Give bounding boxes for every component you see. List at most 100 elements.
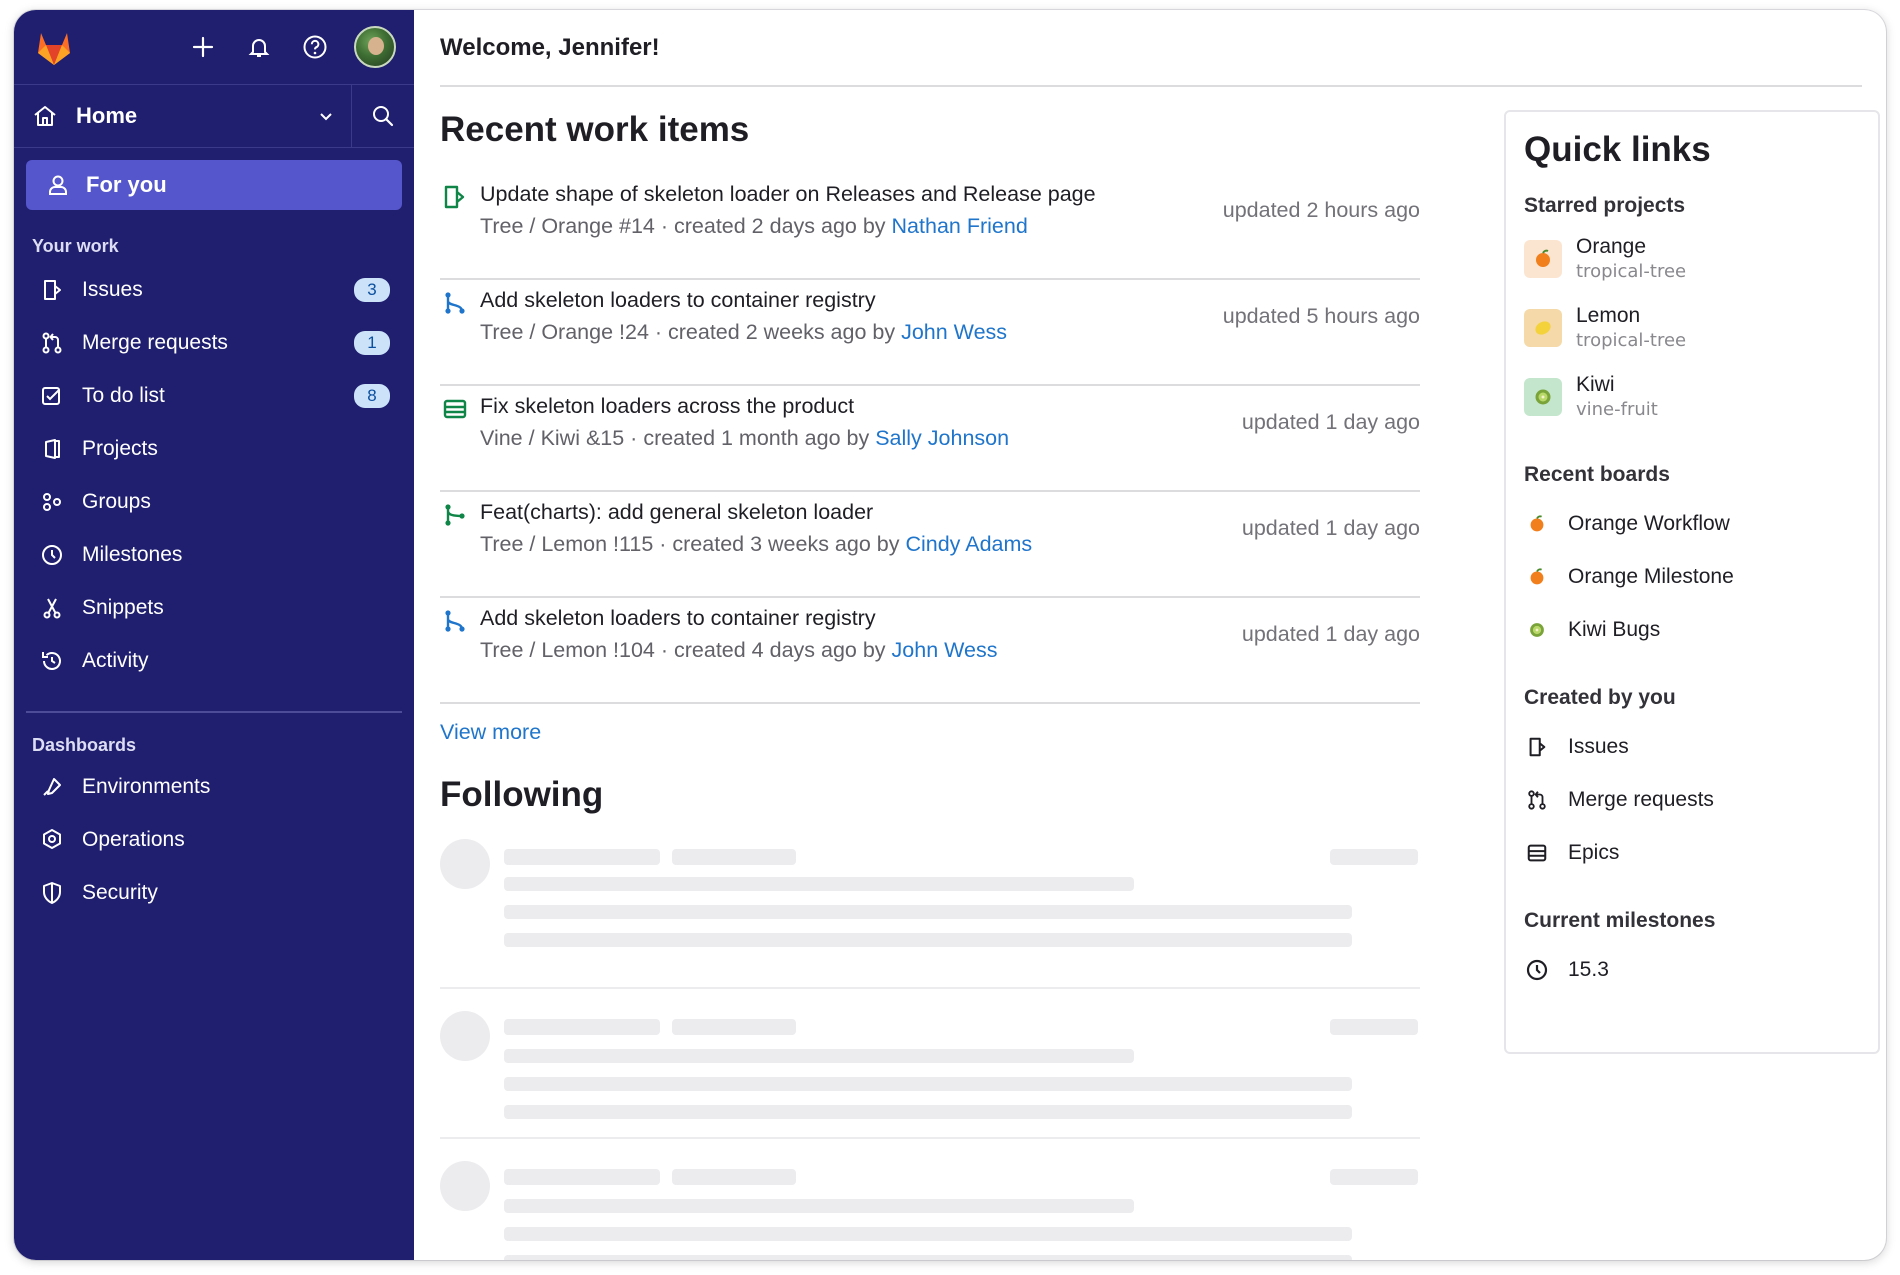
board-link[interactable]: Kiwi Bugs: [1524, 603, 1860, 656]
work-item[interactable]: Add skeleton loaders to container regist…: [440, 598, 1420, 704]
help-icon: [303, 35, 327, 59]
starred-project[interactable]: Orange tropical-tree: [1524, 224, 1860, 293]
history-icon: [38, 647, 66, 675]
skeleton-item: [440, 839, 1420, 989]
issues-icon: [1524, 734, 1550, 760]
sidebar-topbar: [14, 10, 414, 84]
epic-icon: [1524, 840, 1550, 866]
work-item[interactable]: Fix skeleton loaders across the product …: [440, 386, 1420, 492]
operations-icon: [38, 826, 66, 854]
work-item-author[interactable]: Nathan Friend: [892, 214, 1028, 238]
merge-request-merged-icon: [445, 504, 465, 526]
sidebar-item-environments[interactable]: Environments: [14, 760, 414, 813]
starred-project[interactable]: Kiwi vine-fruit: [1524, 362, 1860, 431]
skeleton-line: [672, 849, 796, 865]
sidebar-item-milestones[interactable]: Milestones: [14, 528, 414, 581]
sidebar-item-label: Groups: [82, 489, 151, 513]
skeleton-line: [1330, 1169, 1418, 1185]
chevron-down-icon: [320, 113, 332, 121]
recent-boards-heading: Recent boards: [1524, 463, 1670, 486]
user-avatar[interactable]: [354, 26, 396, 68]
board-label: Orange Milestone: [1568, 564, 1734, 588]
created-link-label: Epics: [1568, 840, 1620, 864]
project-icon: [38, 435, 66, 463]
bell-icon: [248, 39, 270, 57]
created-link-epics[interactable]: Epics: [1524, 826, 1860, 879]
clock-icon: [38, 541, 66, 569]
snippet-icon: [38, 594, 66, 622]
milestone-label: 15.3: [1568, 957, 1609, 981]
home-icon: [34, 106, 56, 126]
work-item-title[interactable]: Fix skeleton loaders across the product: [480, 394, 854, 419]
sidebar-item-issues[interactable]: Issues 3: [14, 263, 414, 316]
work-item[interactable]: Add skeleton loaders to container regist…: [440, 280, 1420, 386]
work-item-meta: Tree / Orange #14 · created 2 days ago b…: [480, 214, 1028, 239]
sidebar-item-projects[interactable]: Projects: [14, 422, 414, 475]
work-item-title[interactable]: Add skeleton loaders to container regist…: [480, 288, 876, 313]
sidebar-item-merge-requests[interactable]: Merge requests 1: [14, 316, 414, 369]
work-item-author[interactable]: John Wess: [892, 638, 998, 662]
notifications-button[interactable]: [242, 30, 276, 64]
context-switcher[interactable]: Home: [14, 85, 352, 147]
quick-links-panel: Quick links Starred projects Orange tropi…: [1504, 110, 1880, 1054]
context-switcher-bar: Home: [14, 84, 414, 148]
sidebar-item-activity[interactable]: Activity: [14, 634, 414, 687]
skeleton-line: [504, 933, 1352, 947]
created-link-issues[interactable]: Issues: [1524, 720, 1860, 773]
project-path: tropical-tree: [1576, 261, 1687, 282]
kiwi-icon: [1524, 617, 1550, 643]
merge-request-open-icon: [445, 292, 465, 314]
skeleton-line: [504, 1077, 1352, 1091]
work-item-meta: Tree / Orange !24 · created 2 weeks ago …: [480, 320, 1007, 345]
work-item-path: Tree / Orange #14 · created 2 days ago b…: [480, 214, 892, 238]
sidebar-item-groups[interactable]: Groups: [14, 475, 414, 528]
project-name: Orange: [1576, 235, 1647, 258]
work-item-path: Tree / Lemon !115 · created 3 weeks ago …: [480, 532, 906, 556]
user-icon: [49, 175, 67, 195]
search-button[interactable]: [352, 85, 414, 147]
sidebar-item-snippets[interactable]: Snippets: [14, 581, 414, 634]
issues-icon: [38, 276, 66, 304]
board-label: Kiwi Bugs: [1568, 617, 1661, 641]
gitlab-logo-icon[interactable]: [30, 23, 78, 71]
count-badge: 8: [354, 383, 390, 408]
board-link[interactable]: Orange Workflow: [1524, 497, 1860, 550]
skeleton-line: [504, 1019, 660, 1035]
sidebar-divider: [26, 711, 402, 713]
work-item-author[interactable]: John Wess: [901, 320, 1007, 344]
work-item-updated: updated 1 day ago: [1241, 516, 1420, 540]
epic-icon: [443, 399, 467, 419]
skeleton-line: [672, 1169, 796, 1185]
project-path: tropical-tree: [1576, 330, 1687, 351]
board-link[interactable]: Orange Milestone: [1524, 550, 1860, 603]
clock-icon: [1524, 957, 1550, 983]
orange-icon: [1524, 511, 1550, 537]
work-item-title[interactable]: Add skeleton loaders to container regist…: [480, 606, 876, 631]
sidebar-item-operations[interactable]: Operations: [14, 813, 414, 866]
following-title: Following: [440, 775, 604, 814]
recent-work-items: Recent work items Update shape of skelet…: [440, 110, 1420, 744]
work-item-author[interactable]: Sally Johnson: [875, 426, 1009, 450]
create-new-button[interactable]: [186, 30, 220, 64]
view-more-link[interactable]: View more: [440, 720, 541, 745]
help-button[interactable]: [298, 30, 332, 64]
work-item[interactable]: Update shape of skeleton loader on Relea…: [440, 174, 1420, 280]
milestone-link[interactable]: 15.3: [1524, 943, 1860, 996]
created-by-you-heading: Created by you: [1524, 686, 1676, 709]
work-item-title[interactable]: Feat(charts): add general skeleton loade…: [480, 500, 873, 525]
sidebar-item-label: Merge requests: [82, 330, 228, 354]
work-item[interactable]: Feat(charts): add general skeleton loade…: [440, 492, 1420, 598]
created-link-merge-requests[interactable]: Merge requests: [1524, 773, 1860, 826]
skeleton-line: [504, 1105, 1352, 1119]
plus-icon: [192, 36, 214, 58]
work-item-updated: updated 2 hours ago: [1222, 198, 1420, 222]
nav-for-you[interactable]: For you: [26, 160, 402, 210]
sidebar-item-label: Operations: [82, 827, 185, 851]
sidebar-item-security[interactable]: Security: [14, 866, 414, 919]
starred-project[interactable]: Lemon tropical-tree: [1524, 293, 1860, 362]
work-item-meta: Tree / Lemon !104 · created 4 days ago b…: [480, 638, 998, 663]
skeleton-avatar: [440, 1011, 490, 1061]
work-item-title[interactable]: Update shape of skeleton loader on Relea…: [480, 182, 1096, 207]
sidebar-item-todo[interactable]: To do list 8: [14, 369, 414, 422]
work-item-author[interactable]: Cindy Adams: [905, 532, 1032, 556]
